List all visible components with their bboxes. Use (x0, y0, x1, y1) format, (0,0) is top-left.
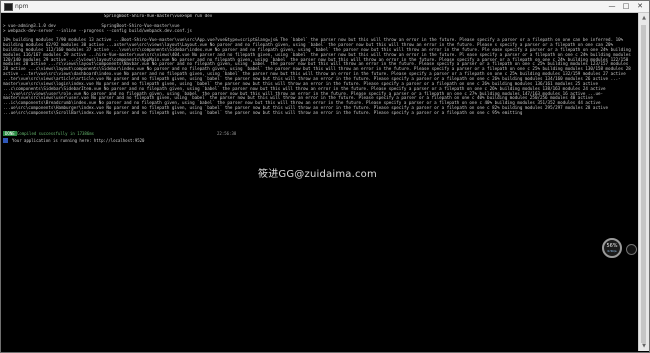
title-bar: npm — □ ✕ (1, 1, 649, 13)
widget-speed: 0.5k/s (607, 249, 617, 253)
terminal-window: npm — □ ✕ SpringBoot-Shiro-Vue-master\vu… (0, 0, 650, 353)
vertical-scrollbar[interactable]: ▲ ▼ (638, 13, 649, 351)
info-badge-icon (3, 138, 8, 143)
network-speed-widget[interactable]: 56% 0.5k/s (602, 238, 622, 258)
window-title: npm (15, 3, 29, 10)
compile-status-row: DONE Compiled successfully in 17386ms 22… (3, 131, 635, 137)
scrollbar-thumb[interactable] (641, 25, 646, 343)
running-url-text: Your application is running here: http:/… (12, 138, 145, 143)
compile-success-text: Compiled successfully in 17386ms (17, 131, 95, 136)
close-button[interactable]: ✕ (633, 1, 647, 12)
done-badge: DONE (3, 131, 17, 136)
running-url-row: Your application is running here: http:/… (3, 138, 635, 144)
minimize-button[interactable]: — (605, 1, 619, 12)
compile-time: 22:56:38 (217, 131, 237, 136)
scroll-down-icon[interactable]: ▼ (639, 341, 649, 351)
terminal-output[interactable]: SpringBoot-Shiro-Vue-master\vue>npm run … (3, 14, 635, 348)
build-log: 10% building modules 7/90 modules 13 act… (3, 37, 631, 115)
scroll-up-icon[interactable]: ▲ (639, 13, 649, 23)
widget-handle-icon[interactable] (626, 244, 637, 255)
watermark-text: 筱进GG@zuidaima.com (258, 169, 377, 180)
terminal-icon (4, 3, 13, 11)
maximize-button[interactable]: □ (619, 1, 633, 12)
